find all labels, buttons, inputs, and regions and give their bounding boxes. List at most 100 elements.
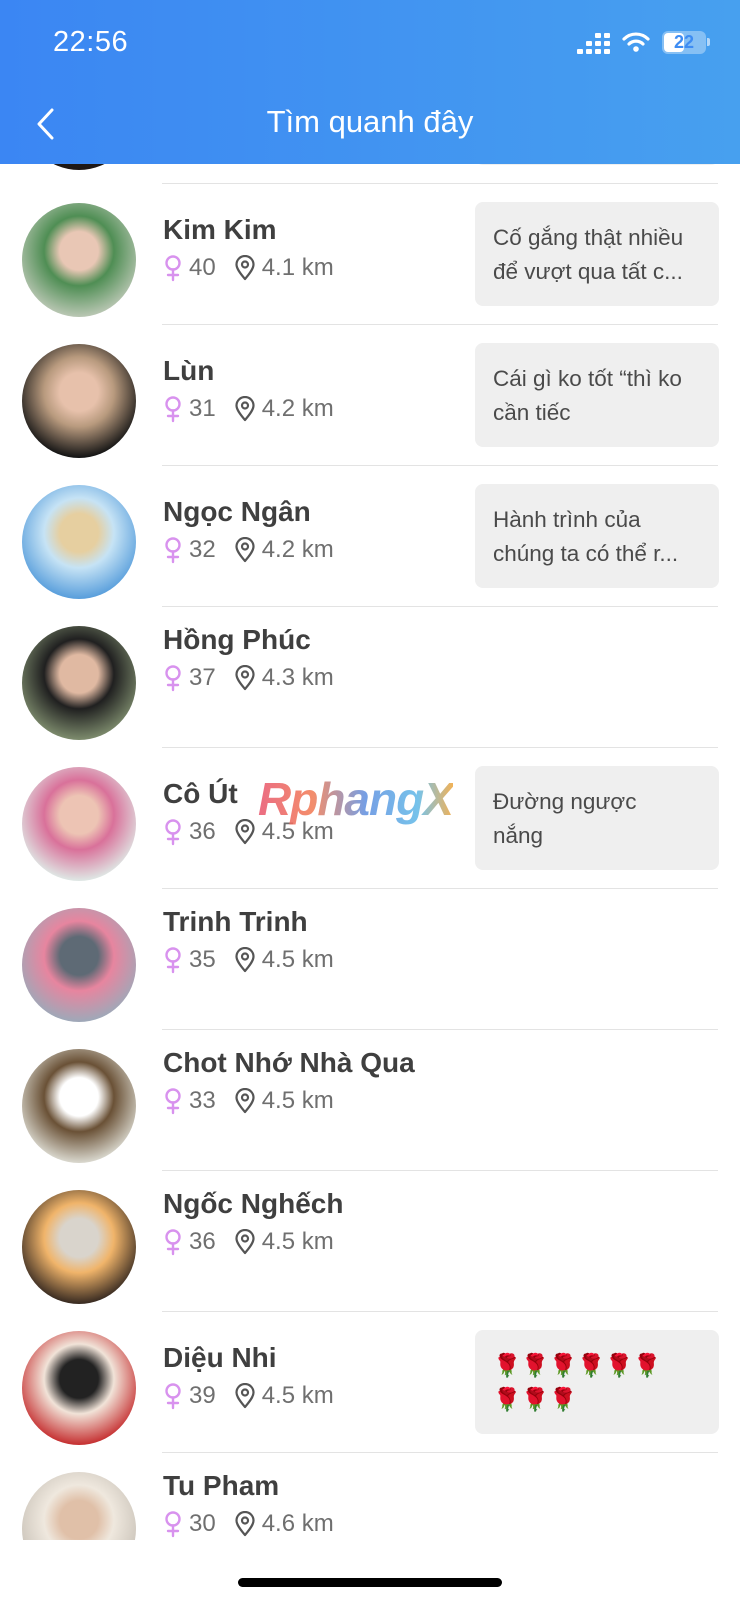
status-text-line: nắng	[493, 823, 544, 848]
location-pin-icon	[235, 255, 255, 281]
wifi-icon	[622, 32, 650, 52]
female-icon	[165, 1383, 181, 1410]
user-meta: 37 4.3 km	[163, 664, 334, 692]
list-item[interactable]: Kim Kim 40 4.1 km Cố gắng thật nhiều để vượt…	[0, 184, 740, 325]
page-title: Tìm quanh đây	[266, 104, 474, 139]
user-age: 31	[189, 395, 216, 422]
location-pin-icon	[235, 819, 255, 845]
user-name: Lùn	[163, 355, 215, 386]
female-icon	[165, 819, 181, 846]
female-icon	[165, 1088, 181, 1115]
user-name: Ngọc Ngân	[163, 496, 311, 527]
user-age: 33	[189, 1087, 216, 1114]
location-pin-icon	[235, 1088, 255, 1114]
list-item[interactable]: Tu Pham 30 4.6 km	[0, 1453, 740, 1540]
status-icons: 22	[577, 30, 710, 54]
location-pin-icon	[235, 1511, 255, 1537]
female-icon	[165, 947, 181, 974]
avatar[interactable]	[22, 1472, 136, 1540]
user-name: Trinh Trinh	[163, 906, 308, 937]
home-indicator[interactable]	[238, 1578, 502, 1587]
nav-header: 22:56 22 Tìm quanh đây	[0, 0, 740, 164]
avatar[interactable]	[22, 1331, 136, 1445]
user-age: 40	[189, 254, 216, 281]
cellular-signal-icon	[577, 30, 610, 54]
avatar[interactable]	[22, 908, 136, 1022]
status-bubble	[475, 164, 719, 165]
user-age: 37	[189, 664, 216, 691]
status-bubble: Hành trình của chúng ta có thể r...	[475, 484, 719, 588]
status-bubble: Cố gắng thật nhiều để vượt qua tất c...	[475, 202, 719, 306]
avatar[interactable]	[22, 344, 136, 458]
list-item[interactable]: Chot Nhớ Nhà Qua 33 4.5 km	[0, 1030, 740, 1171]
avatar[interactable]	[22, 626, 136, 740]
list-item[interactable]: Ngốc Nghếch 36 4.5 km	[0, 1171, 740, 1312]
watermark-logo: RphangX	[258, 773, 454, 825]
user-name: Ngốc Nghếch	[163, 1188, 344, 1219]
nearby-user-list[interactable]: Kim Kim 40 4.1 km Cố gắng thật nhiều để vượt…	[0, 164, 740, 1540]
user-distance: 4.5 km	[261, 1382, 334, 1409]
user-distance: 4.5 km	[261, 1228, 334, 1255]
status-bubble: Cái gì ko tốt “thì ko cần tiếc	[475, 343, 719, 447]
list-item[interactable]	[0, 164, 740, 184]
female-icon	[165, 1511, 181, 1538]
user-meta: 30 4.6 km	[163, 1510, 334, 1538]
status-text-line: Hành trình của	[493, 507, 641, 532]
location-pin-icon	[235, 665, 255, 691]
user-distance: 4.6 km	[261, 1510, 334, 1537]
location-pin-icon	[235, 947, 255, 973]
user-name: Cô Út	[163, 778, 238, 809]
user-age: 30	[189, 1510, 216, 1537]
female-icon	[165, 255, 181, 282]
avatar[interactable]	[22, 767, 136, 881]
status-text-line: 🌹🌹🌹🌹🌹🌹	[493, 1353, 662, 1378]
avatar[interactable]	[22, 1190, 136, 1304]
user-age: 36	[189, 818, 216, 845]
user-name: Hồng Phúc	[163, 624, 311, 655]
user-meta: 39 4.5 km	[163, 1382, 334, 1410]
user-distance: 4.2 km	[261, 395, 334, 422]
avatar[interactable]	[22, 203, 136, 317]
user-age: 39	[189, 1382, 216, 1409]
location-pin-icon	[235, 537, 255, 563]
female-icon	[165, 537, 181, 564]
avatar[interactable]	[22, 485, 136, 599]
user-name: Tu Pham	[163, 1470, 280, 1501]
avatar	[22, 164, 136, 170]
battery-icon: 22	[662, 30, 706, 54]
list-item[interactable]: Lùn 31 4.2 km Cái gì ko tốt “thì ko cần tiếc	[0, 325, 740, 466]
list-item[interactable]: Trinh Trinh 35 4.5 km	[0, 889, 740, 1030]
user-age: 35	[189, 946, 216, 973]
user-meta: 35 4.5 km	[163, 946, 334, 974]
user-distance: 4.1 km	[261, 254, 334, 281]
user-name: Chot Nhớ Nhà Qua	[163, 1047, 415, 1078]
user-meta: 32 4.2 km	[163, 536, 334, 564]
status-text-line: chúng ta có thể r...	[493, 541, 679, 566]
user-meta: 40 4.1 km	[163, 254, 334, 282]
list-item[interactable]: Ngọc Ngân 32 4.2 km Hành trình của chúng ta …	[0, 466, 740, 607]
user-distance: 4.2 km	[261, 536, 334, 563]
female-icon	[165, 396, 181, 423]
status-time: 22:56	[53, 26, 129, 58]
avatar[interactable]	[22, 1049, 136, 1163]
user-name: Kim Kim	[163, 214, 277, 245]
status-text-line: Cố gắng thật nhiều	[493, 225, 684, 250]
status-text-line: Cái gì ko tốt “thì ko	[493, 366, 682, 391]
user-meta: 31 4.2 km	[163, 395, 334, 423]
user-age: 32	[189, 536, 216, 563]
user-meta: 36 4.5 km	[163, 1228, 334, 1256]
status-bubble: Đường ngược nắng	[475, 766, 719, 870]
user-distance: 4.5 km	[261, 1087, 334, 1114]
location-pin-icon	[235, 1229, 255, 1255]
status-text-line: 🌹🌹🌹	[493, 1387, 578, 1412]
location-pin-icon	[235, 396, 255, 422]
female-icon	[165, 665, 181, 692]
status-text-line: cần tiếc	[493, 400, 571, 425]
list-item[interactable]: Hồng Phúc 37 4.3 km	[0, 607, 740, 748]
status-text-line: để vượt qua tất c...	[493, 259, 683, 284]
female-icon	[165, 1229, 181, 1256]
list-item[interactable]: Diệu Nhi 39 4.5 km 🌹🌹🌹🌹🌹🌹 🌹🌹🌹	[0, 1312, 740, 1453]
battery-level: 22	[673, 31, 695, 52]
user-meta: 33 4.5 km	[163, 1087, 334, 1115]
location-pin-icon	[235, 1383, 255, 1409]
